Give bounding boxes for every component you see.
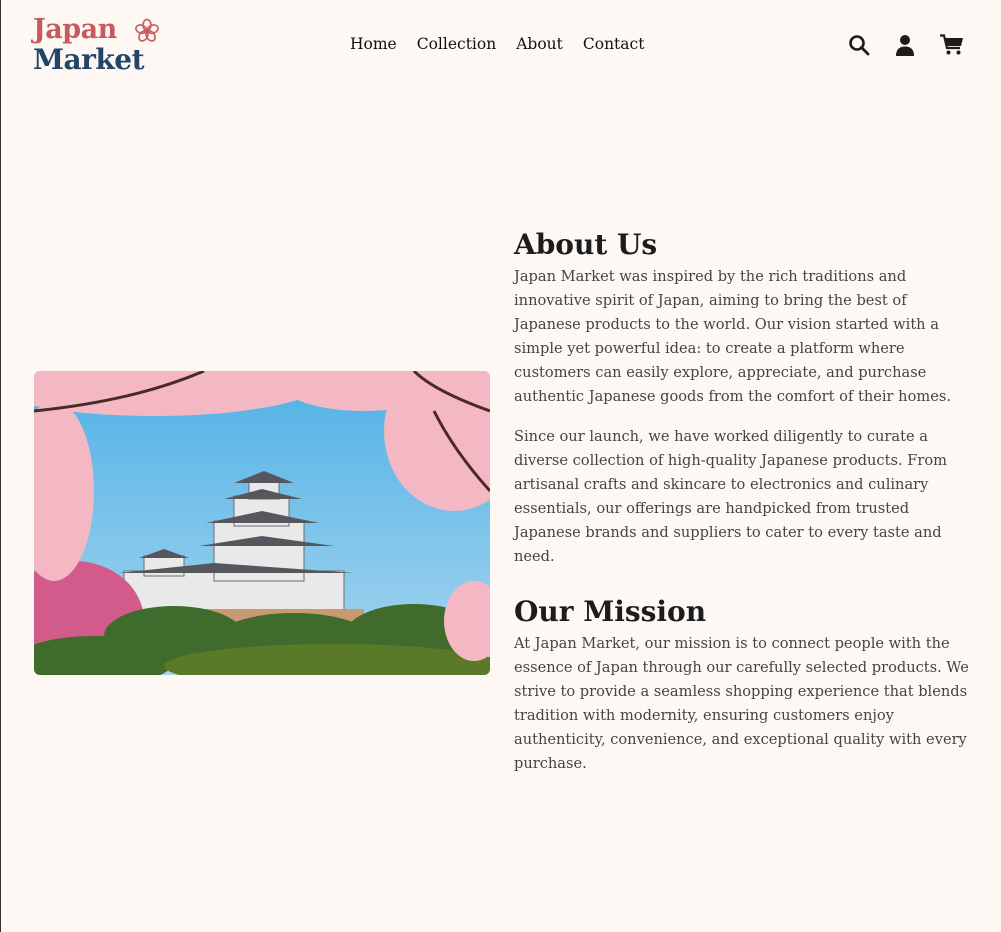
mission-paragraph: At Japan Market, our mission is to conne… (514, 635, 969, 772)
search-icon[interactable] (848, 34, 870, 56)
about-section: About Us Japan Market was inspired by th… (514, 228, 974, 792)
sakura-icon (135, 18, 159, 42)
user-icon[interactable] (894, 34, 916, 56)
about-title: About Us (514, 228, 658, 261)
nav-about[interactable]: About (516, 35, 563, 53)
logo-line1: Japan (33, 14, 117, 45)
about-paragraph-1: Japan Market was inspired by the rich tr… (514, 268, 951, 405)
logo[interactable]: Japan Market (33, 14, 163, 76)
nav-contact[interactable]: Contact (583, 35, 645, 53)
about-image (34, 371, 490, 675)
header-actions (848, 34, 963, 56)
nav-collection[interactable]: Collection (417, 35, 496, 53)
mission-title: Our Mission (514, 595, 707, 628)
logo-line2: Market (33, 43, 145, 76)
cart-icon[interactable] (940, 34, 963, 56)
nav-home[interactable]: Home (350, 35, 397, 53)
main-nav: Home Collection About Contact (350, 35, 644, 53)
about-paragraph-2: Since our launch, we have worked diligen… (514, 428, 947, 565)
